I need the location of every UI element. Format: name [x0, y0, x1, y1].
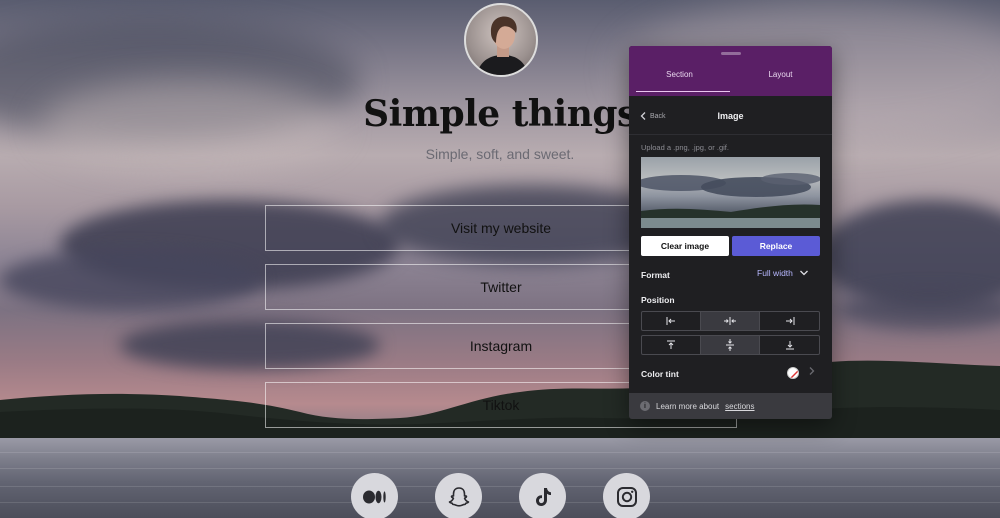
panel-footer: i Learn more about sections	[629, 393, 832, 419]
align-bottom-icon	[785, 341, 794, 350]
tab-section[interactable]: Section	[629, 70, 730, 92]
tab-layout[interactable]: Layout	[730, 70, 831, 88]
align-center-horizontal-icon	[724, 317, 736, 325]
social-snapchat-button[interactable]	[435, 473, 482, 518]
drag-handle[interactable]	[721, 52, 741, 55]
clear-image-button[interactable]: Clear image	[641, 236, 729, 256]
align-left-icon	[666, 317, 675, 325]
color-tint-swatch[interactable]	[787, 367, 799, 379]
align-right-icon	[785, 317, 794, 325]
format-label: Format	[641, 270, 670, 280]
panel-header: Section Layout	[629, 46, 832, 96]
position-label: Position	[641, 295, 675, 305]
tiktok-icon	[535, 487, 551, 506]
social-tiktok-button[interactable]	[519, 473, 566, 518]
snapchat-icon	[448, 486, 469, 507]
color-tint-label: Color tint	[641, 369, 679, 379]
instagram-icon	[616, 486, 637, 507]
align-center-vertical-icon	[726, 339, 734, 351]
format-dropdown[interactable]: Full width	[757, 268, 808, 278]
section-editor-panel: Section Layout Back Image Upload a .png,…	[629, 46, 832, 419]
page-subtitle: Simple, soft, and sweet.	[425, 146, 575, 162]
water-ripple	[0, 468, 1000, 469]
format-value: Full width	[757, 268, 793, 278]
water-ripple	[0, 486, 1000, 487]
align-top-icon	[667, 340, 675, 349]
panel-title: Image	[717, 111, 744, 121]
chevron-right-glyph	[809, 367, 815, 375]
align-middle-button[interactable]	[701, 336, 760, 354]
align-right-button[interactable]	[760, 312, 819, 330]
align-left-button[interactable]	[642, 312, 701, 330]
water-ripple	[0, 452, 1000, 453]
align-top-button[interactable]	[642, 336, 701, 354]
water-ripple	[0, 502, 1000, 503]
panel-subheader: Back Image	[629, 97, 832, 135]
profile-avatar	[464, 3, 538, 77]
info-icon: i	[640, 401, 650, 411]
lake	[0, 438, 1000, 518]
preview-landscape	[641, 173, 820, 228]
horizontal-position-group	[641, 311, 820, 331]
footer-text: Learn more about	[656, 401, 720, 411]
cloud	[0, 250, 260, 310]
upload-hint: Upload a .png, .jpg, or .gif.	[641, 143, 729, 152]
cloud	[40, 80, 340, 170]
no-color-icon	[790, 370, 798, 378]
page-title: Simple things	[363, 93, 637, 135]
color-tint-row[interactable]: Color tint	[629, 364, 832, 384]
background-image	[0, 0, 1000, 518]
chevron-right-icon[interactable]	[809, 367, 815, 377]
image-preview[interactable]	[641, 157, 820, 228]
vertical-position-group	[641, 335, 820, 355]
chevron-down-icon	[799, 270, 808, 276]
medium-icon	[362, 490, 386, 503]
replace-image-button[interactable]: Replace	[732, 236, 820, 256]
social-instagram-button[interactable]	[603, 473, 650, 518]
social-medium-button[interactable]	[351, 473, 398, 518]
align-bottom-button[interactable]	[760, 336, 819, 354]
sections-link[interactable]: sections	[725, 402, 754, 411]
align-center-button[interactable]	[701, 312, 760, 330]
